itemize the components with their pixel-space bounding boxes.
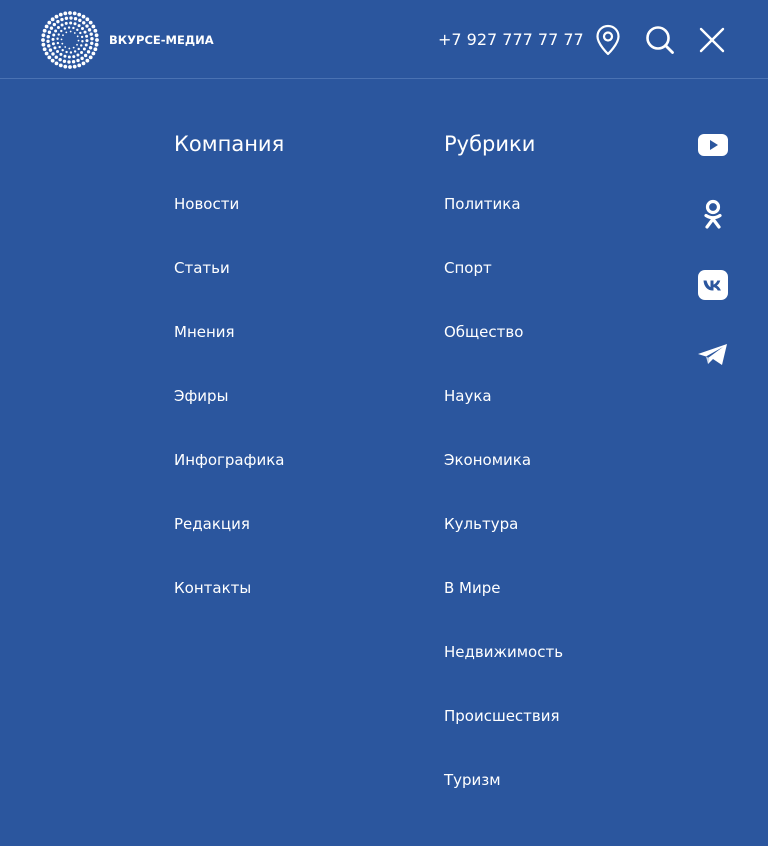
list-item: Статьи — [174, 258, 284, 322]
list-item: Общество — [444, 322, 563, 386]
logo-link[interactable]: ВКУРСЕ-МЕДИА — [40, 10, 214, 70]
list-item: Инфографика — [174, 450, 284, 514]
menu-link-sport[interactable]: Спорт — [444, 258, 492, 278]
vk-link[interactable] — [693, 265, 733, 305]
menu-link-tourism[interactable]: Туризм — [444, 770, 501, 790]
phone-link[interactable]: +7 927 777 77 77 — [438, 30, 584, 50]
menu-link-politics[interactable]: Политика — [444, 194, 521, 214]
list-item: В Мире — [444, 578, 563, 642]
rubrics-menu-list: Политика Спорт Общество Наука Экономика … — [444, 194, 563, 834]
menu-link-news[interactable]: Новости — [174, 194, 239, 214]
menu-link-science[interactable]: Наука — [444, 386, 492, 406]
odnoklassniki-icon — [704, 199, 722, 229]
company-menu-title: Компания — [174, 132, 285, 156]
list-item: Экономика — [444, 450, 563, 514]
menu-link-society[interactable]: Общество — [444, 322, 523, 342]
youtube-link[interactable] — [693, 125, 733, 165]
site-header: ВКУРСЕ-МЕДИА +7 927 777 77 77 — [0, 0, 768, 79]
youtube-icon — [698, 134, 728, 156]
odnoklassniki-link[interactable] — [693, 195, 733, 235]
location-button[interactable] — [592, 24, 624, 56]
close-button[interactable] — [696, 24, 728, 56]
location-pin-icon — [596, 24, 620, 56]
rubrics-menu-title: Рубрики — [444, 132, 536, 156]
company-menu: Компания Новости Статьи Мнения Эфиры Инф… — [174, 130, 284, 642]
close-icon — [699, 27, 725, 53]
logo-text: ВКУРСЕ-МЕДИА — [109, 33, 214, 47]
menu-link-real-estate[interactable]: Недвижимость — [444, 642, 563, 662]
menu-link-articles[interactable]: Статьи — [174, 258, 230, 278]
list-item: Культура — [444, 514, 563, 578]
list-item: Редакция — [174, 514, 284, 578]
list-item: Новости — [174, 194, 284, 258]
list-item: Наука — [444, 386, 563, 450]
menu-link-opinions[interactable]: Мнения — [174, 322, 235, 342]
list-item: Политика — [444, 194, 563, 258]
list-item: Контакты — [174, 578, 284, 642]
logo-dots-icon — [41, 11, 99, 69]
list-item: Спорт — [444, 258, 563, 322]
menu-link-broadcasts[interactable]: Эфиры — [174, 386, 228, 406]
telegram-link[interactable] — [693, 335, 733, 375]
list-item: Эфиры — [174, 386, 284, 450]
list-item: Туризм — [444, 770, 563, 834]
menu-link-editorial[interactable]: Редакция — [174, 514, 250, 534]
menu-link-contacts[interactable]: Контакты — [174, 578, 251, 598]
search-icon — [646, 26, 674, 54]
telegram-icon — [698, 344, 727, 365]
search-button[interactable] — [644, 24, 676, 56]
company-menu-list: Новости Статьи Мнения Эфиры Инфографика … — [174, 194, 284, 642]
rubrics-menu: Рубрики Политика Спорт Общество Наука Эк… — [444, 130, 563, 834]
list-item: Недвижимость — [444, 642, 563, 706]
menu-link-incidents[interactable]: Происшествия — [444, 706, 560, 726]
menu-link-economy[interactable]: Экономика — [444, 450, 531, 470]
menu-link-world[interactable]: В Мире — [444, 578, 501, 598]
menu-link-infographics[interactable]: Инфографика — [174, 450, 284, 470]
list-item: Происшествия — [444, 706, 563, 770]
vk-icon — [698, 270, 728, 300]
menu-link-culture[interactable]: Культура — [444, 514, 518, 534]
list-item: Мнения — [174, 322, 284, 386]
